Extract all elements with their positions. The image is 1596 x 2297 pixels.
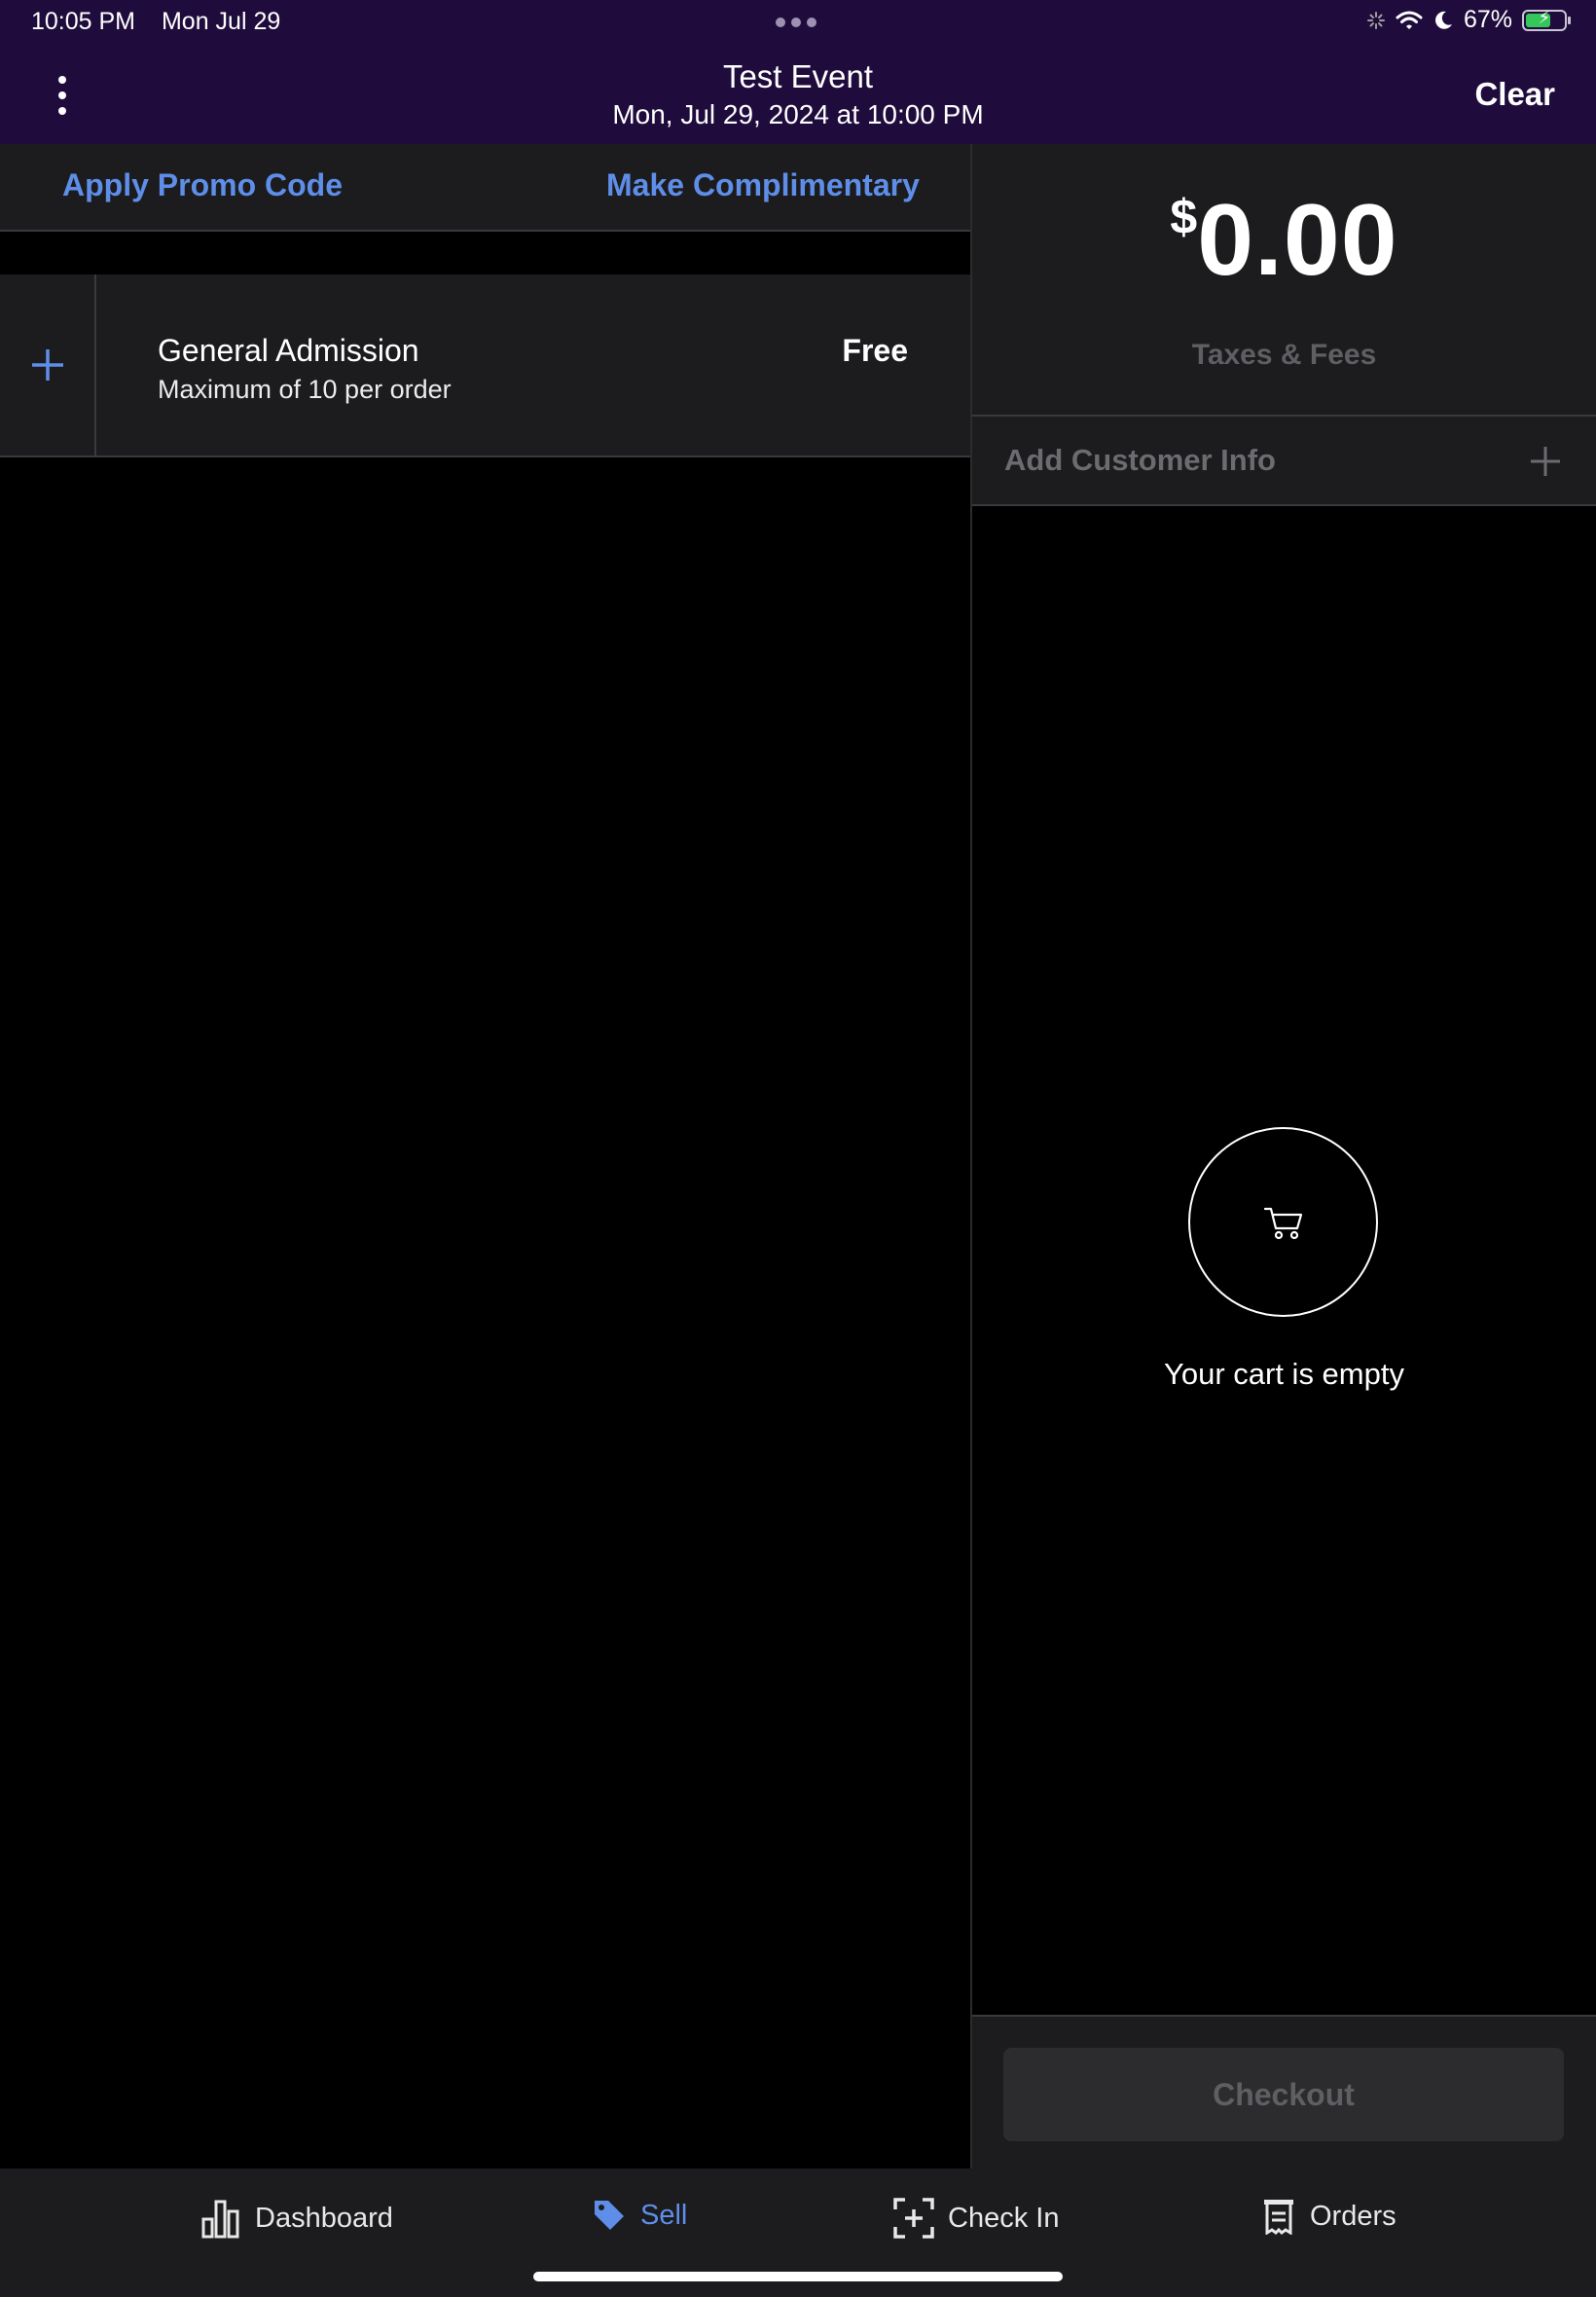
checkout-button[interactable]: Checkout (1003, 2048, 1564, 2141)
make-complimentary-button[interactable]: Make Complimentary (606, 167, 920, 203)
home-indicator[interactable] (533, 2272, 1063, 2281)
checkout-footer: Checkout (972, 2015, 1596, 2170)
activity-icon (1366, 11, 1385, 29)
clear-button[interactable]: Clear (1474, 76, 1555, 113)
total-amount: $0.00 (972, 183, 1596, 299)
plus-icon (31, 349, 63, 381)
tab-orders-label: Orders (1310, 2200, 1396, 2232)
ticket-row-general-admission[interactable]: General Admission Maximum of 10 per orde… (0, 274, 970, 457)
moon-icon (1435, 11, 1452, 29)
ticket-panel: Apply Promo Code Make Complimentary Gene… (0, 144, 972, 2169)
status-time: 10:05 PM (31, 8, 136, 35)
tab-dashboard[interactable]: Dashboard (200, 2198, 393, 2239)
battery-icon: ⚡ (1522, 8, 1571, 31)
bar-chart-icon (201, 2200, 239, 2239)
tab-sell-label: Sell (640, 2199, 688, 2231)
multitasking-dots-icon[interactable] (776, 18, 816, 27)
ticket-name: General Admission (158, 333, 419, 368)
battery-percent: 67% (1463, 6, 1512, 33)
status-date: Mon Jul 29 (161, 8, 281, 35)
plus-icon (1531, 447, 1560, 476)
status-bar-left: 10:05 PM Mon Jul 29 (31, 8, 300, 36)
cart-panel: $0.00 Taxes & Fees Add Customer Info You… (972, 144, 1596, 2170)
total-value: 0.00 (1197, 184, 1398, 297)
event-title: Test Event (722, 58, 874, 94)
scan-icon (893, 2198, 934, 2239)
empty-cart-illustration (1188, 1127, 1378, 1317)
ticket-limit-note: Maximum of 10 per order (158, 375, 452, 404)
add-ticket-button[interactable] (0, 274, 96, 456)
tab-orders[interactable]: Orders (1261, 2198, 1396, 2235)
currency-symbol: $ (1170, 190, 1198, 244)
order-actions-bar: Apply Promo Code Make Complimentary (0, 144, 970, 232)
top-bar: 10:05 PM Mon Jul 29 67% ⚡ Test Event Mon… (0, 0, 1596, 144)
tag-icon (595, 2201, 624, 2230)
wifi-icon (1396, 11, 1423, 29)
add-customer-info-button[interactable]: Add Customer Info (972, 417, 1596, 506)
apply-promo-code-button[interactable]: Apply Promo Code (62, 167, 343, 203)
empty-cart-message: Your cart is empty (1164, 1357, 1404, 1391)
taxes-fees-label: Taxes & Fees (1191, 339, 1377, 371)
ticket-price: Free (842, 333, 908, 368)
tab-check-in-label: Check In (948, 2202, 1060, 2234)
event-date: Mon, Jul 29, 2024 at 10:00 PM (612, 99, 984, 129)
tab-sell[interactable]: Sell (592, 2198, 687, 2233)
receipt-icon (1264, 2200, 1293, 2235)
status-bar-right: 67% ⚡ (1366, 6, 1571, 34)
cart-icon (1263, 1207, 1302, 1239)
add-customer-info-label: Add Customer Info (1004, 443, 1276, 477)
tab-dashboard-label: Dashboard (255, 2202, 393, 2234)
tab-check-in[interactable]: Check In (893, 2198, 1059, 2239)
order-total: $0.00 Taxes & Fees (972, 144, 1596, 417)
